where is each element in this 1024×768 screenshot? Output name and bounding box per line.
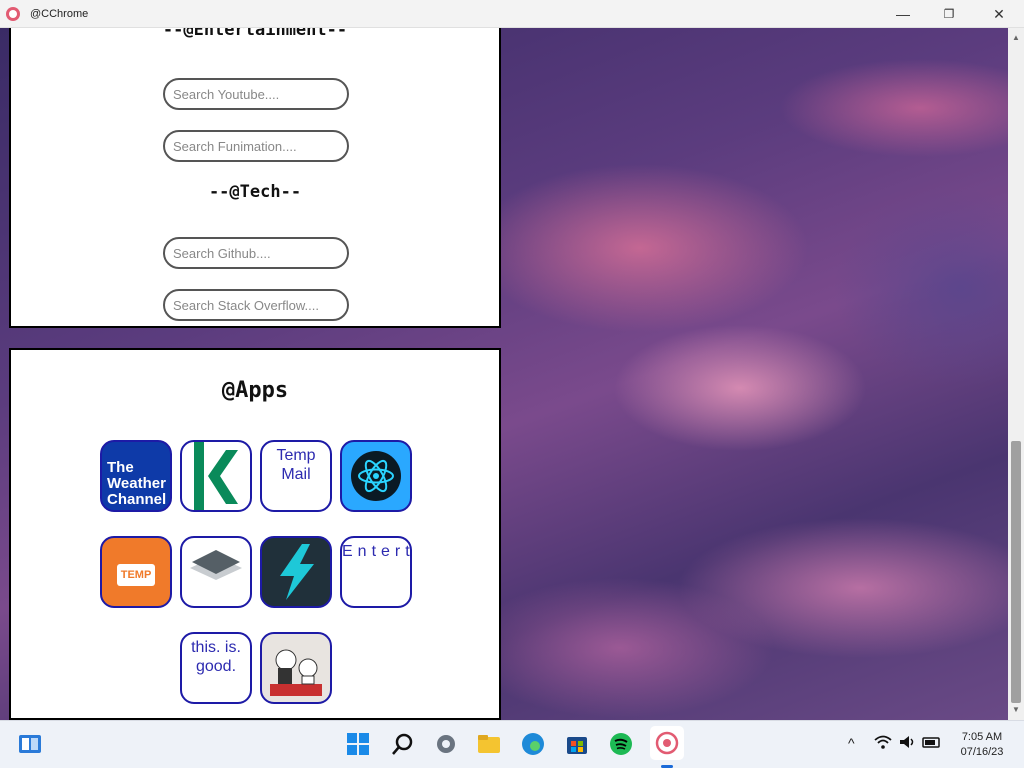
cartoon-cats-icon [270, 649, 322, 696]
funimation-search-input[interactable] [163, 130, 349, 162]
cats-app[interactable] [260, 632, 332, 704]
file-explorer-icon[interactable] [476, 731, 502, 757]
taskbar: ^ 7:05 AM 07/16/23 [0, 720, 1024, 768]
youtube-search-input[interactable] [163, 78, 349, 110]
layers-app[interactable] [180, 536, 252, 608]
k-logo-icon [194, 442, 238, 510]
react-app[interactable] [340, 440, 412, 512]
widgets-icon[interactable] [17, 731, 43, 757]
edge-browser-icon[interactable] [520, 731, 546, 757]
bolt-app[interactable] [260, 536, 332, 608]
weather-channel-app[interactable]: The Weather Channel [100, 440, 172, 512]
store-icon[interactable] [564, 731, 590, 757]
entertainment-alt-text: Entertainment [342, 543, 412, 560]
scroll-up-arrow-icon[interactable]: ▲ [1008, 30, 1024, 46]
kahoot-app[interactable] [180, 440, 252, 512]
tech-heading: --@Tech-- [208, 182, 302, 202]
clock-time: 7:05 AM [961, 731, 1003, 743]
temp-mail-alt-text: Temp Mail [276, 447, 316, 483]
temp-number-app[interactable]: TEMP [100, 536, 172, 608]
this-is-good-alt-text: this. is. good. [191, 639, 241, 675]
scroll-thumb[interactable] [1011, 441, 1021, 703]
react-icon [351, 451, 401, 501]
weather-channel-logo-text: The Weather Channel [107, 459, 167, 508]
layers-icon [190, 550, 242, 580]
entertainment-heading: --@Entertainment-- [162, 28, 348, 40]
window-title: @CChrome [30, 8, 89, 20]
page-content: --@Entertainment-- --@Tech-- @Apps The W… [0, 28, 1008, 720]
chevron-up-icon[interactable]: ^ [848, 735, 855, 751]
spotify-icon[interactable] [608, 731, 634, 757]
apps-heading: @Apps [221, 378, 289, 403]
start-windows-icon[interactable] [345, 731, 371, 757]
clock-date: 07/16/23 [960, 746, 1004, 758]
wifi-icon[interactable] [874, 735, 892, 752]
maximize-button[interactable]: ❐ [926, 0, 972, 28]
battery-icon[interactable] [922, 735, 942, 752]
temp-mail-app[interactable]: Temp Mail [260, 440, 332, 512]
close-button[interactable]: ✕ [976, 0, 1022, 28]
github-search-input[interactable] [163, 237, 349, 269]
lightning-bolt-icon [280, 544, 314, 600]
entertainment-app[interactable]: Entertainment [340, 536, 412, 608]
clock[interactable]: 7:05 AM 07/16/23 [952, 730, 1012, 760]
search-panel: --@Entertainment-- --@Tech-- [9, 28, 501, 328]
settings-gear-icon[interactable] [433, 731, 459, 757]
chrome-app-icon [6, 7, 20, 21]
search-icon[interactable] [390, 731, 416, 757]
title-bar: @CChrome — ❐ ✕ [0, 0, 1024, 28]
cchrome-taskbar-icon[interactable] [650, 726, 684, 760]
volume-icon[interactable] [899, 735, 917, 752]
vertical-scrollbar[interactable]: ▲ ▼ [1008, 28, 1024, 720]
this-is-good-app[interactable]: this. is. good. [180, 632, 252, 704]
scroll-down-arrow-icon[interactable]: ▼ [1008, 702, 1024, 718]
minimize-button[interactable]: — [880, 0, 926, 28]
apps-panel: @Apps The Weather Channel Temp Mail TEMP… [9, 348, 501, 720]
temp-badge: TEMP [117, 564, 155, 586]
stackoverflow-search-input[interactable] [163, 289, 349, 321]
